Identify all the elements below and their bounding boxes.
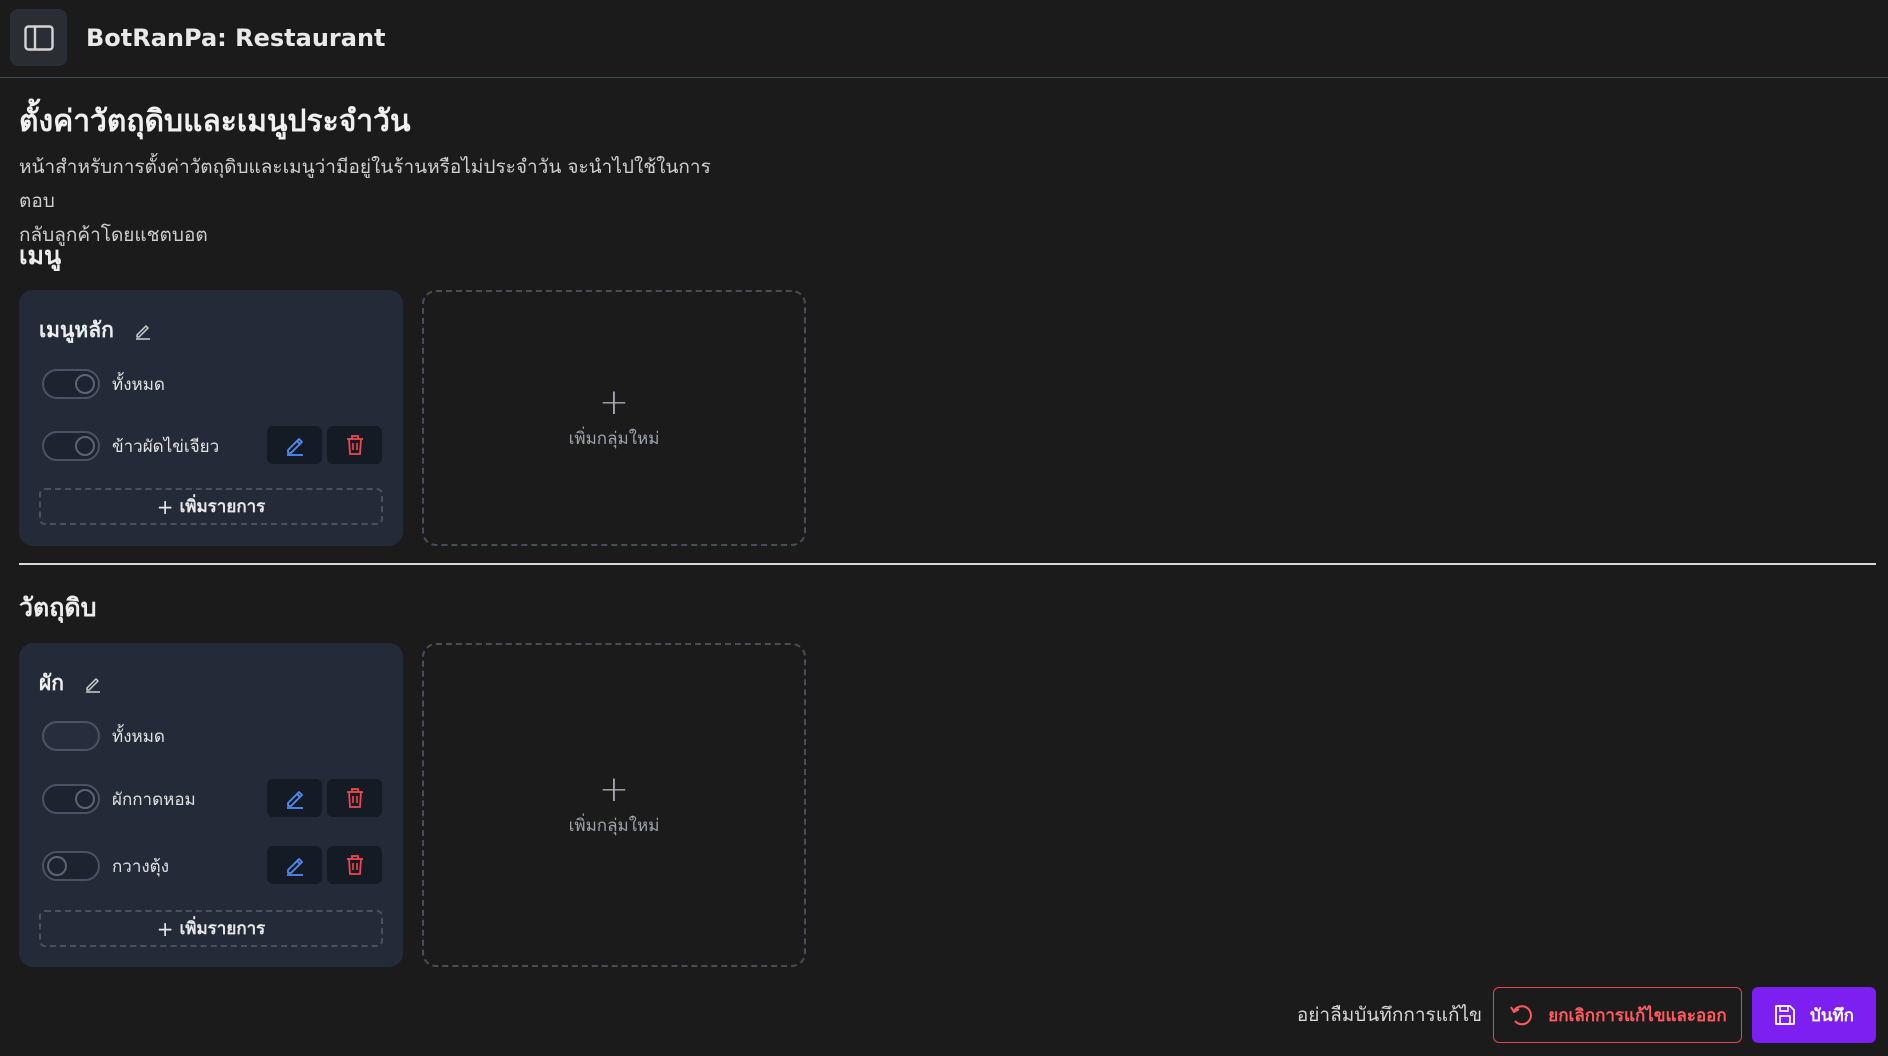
item-label: ผักกาดหอม [112, 789, 196, 810]
edit-item-button[interactable] [267, 846, 322, 884]
save-button[interactable]: บันทึก [1752, 987, 1876, 1043]
select-all-toggle[interactable] [42, 721, 100, 751]
ingredient-group-card: ผัก ทั้งหมด ผักกาดหอม กวางตุ้ง + เพิ่มรา… [19, 643, 403, 967]
pencil-icon [286, 791, 303, 809]
sidebar-panel-icon [23, 24, 54, 51]
list-item: ข้าวผัดไข่เจียว [42, 426, 382, 466]
add-group-button[interactable]: + เพิ่มกลุ่มใหม่ [422, 290, 806, 546]
save-label: บันทึก [1810, 1005, 1854, 1026]
edit-group-name-icon[interactable] [84, 675, 102, 693]
plus-icon: + [156, 916, 174, 941]
delete-item-button[interactable] [327, 846, 382, 884]
list-item: ผักกาดหอม [42, 779, 382, 819]
select-all-row: ทั้งหมด [42, 364, 382, 404]
sidebar-toggle-button[interactable] [10, 9, 67, 66]
menu-section-title: เมนู [19, 241, 62, 270]
delete-item-button[interactable] [327, 779, 382, 817]
save-reminder: อย่าลืมบันทึกการแก้ไข [1296, 1004, 1482, 1026]
group-header: เมนูหลัก [39, 314, 152, 347]
delete-item-button[interactable] [327, 426, 382, 464]
add-group-button[interactable]: + เพิ่มกลุ่มใหม่ [422, 643, 806, 967]
app-title: BotRanPa: Restaurant [86, 24, 386, 52]
select-all-row: ทั้งหมด [42, 716, 382, 756]
edit-item-button[interactable] [267, 779, 322, 817]
add-item-label: เพิ่มรายการ [179, 497, 266, 517]
item-label: กวางตุ้ง [112, 856, 170, 877]
plus-icon: + [156, 494, 174, 519]
select-all-toggle[interactable] [42, 369, 100, 399]
item-availability-toggle[interactable] [42, 851, 100, 881]
undo-icon [1510, 1005, 1533, 1026]
plus-icon: + [598, 768, 630, 810]
edit-group-name-icon[interactable] [134, 322, 152, 340]
page-description: หน้าสำหรับการตั้งค่าวัตถุดิบและเมนูว่ามี… [19, 150, 719, 252]
pencil-icon [286, 438, 303, 456]
plus-icon: + [598, 381, 630, 423]
item-availability-toggle[interactable] [42, 784, 100, 814]
add-group-label: เพิ่มกลุ่มใหม่ [568, 815, 660, 836]
top-bar: BotRanPa: Restaurant [0, 0, 1888, 78]
page-description-line1: หน้าสำหรับการตั้งค่าวัตถุดิบและเมนูว่ามี… [19, 156, 711, 212]
group-header: ผัก [39, 667, 102, 700]
item-label: ข้าวผัดไข่เจียว [112, 436, 220, 457]
trash-icon [346, 855, 363, 875]
add-item-label: เพิ่มรายการ [179, 919, 266, 939]
select-all-label: ทั้งหมด [112, 374, 165, 395]
ingredient-section-title: วัตถุดิบ [19, 593, 97, 622]
trash-icon [346, 788, 363, 808]
floppy-disk-icon [1775, 1005, 1795, 1025]
add-item-button[interactable]: + เพิ่มรายการ [39, 488, 383, 525]
group-name: เมนูหลัก [39, 318, 114, 342]
select-all-label: ทั้งหมด [112, 726, 165, 747]
add-group-label: เพิ่มกลุ่มใหม่ [568, 428, 660, 449]
item-actions [267, 846, 382, 884]
section-divider [19, 563, 1876, 565]
trash-icon [346, 435, 363, 455]
page-title: ตั้งค่าวัตถุดิบและเมนูประจำวัน [19, 104, 411, 139]
cancel-and-exit-button[interactable]: ยกเลิกการแก้ไขและออก [1493, 987, 1742, 1043]
menu-group-card: เมนูหลัก ทั้งหมด ข้าวผัดไข่เจียว + เพิ่ม… [19, 290, 403, 546]
group-name: ผัก [39, 671, 65, 695]
item-actions [267, 426, 382, 464]
list-item: กวางตุ้ง [42, 846, 382, 886]
cancel-label: ยกเลิกการแก้ไขและออก [1548, 1005, 1727, 1026]
item-actions [267, 779, 382, 817]
pencil-icon [286, 858, 303, 876]
page-description-line2: กลับลูกค้าโดยแชตบอต [19, 224, 208, 246]
item-availability-toggle[interactable] [42, 431, 100, 461]
add-item-button[interactable]: + เพิ่มรายการ [39, 910, 383, 947]
edit-item-button[interactable] [267, 426, 322, 464]
